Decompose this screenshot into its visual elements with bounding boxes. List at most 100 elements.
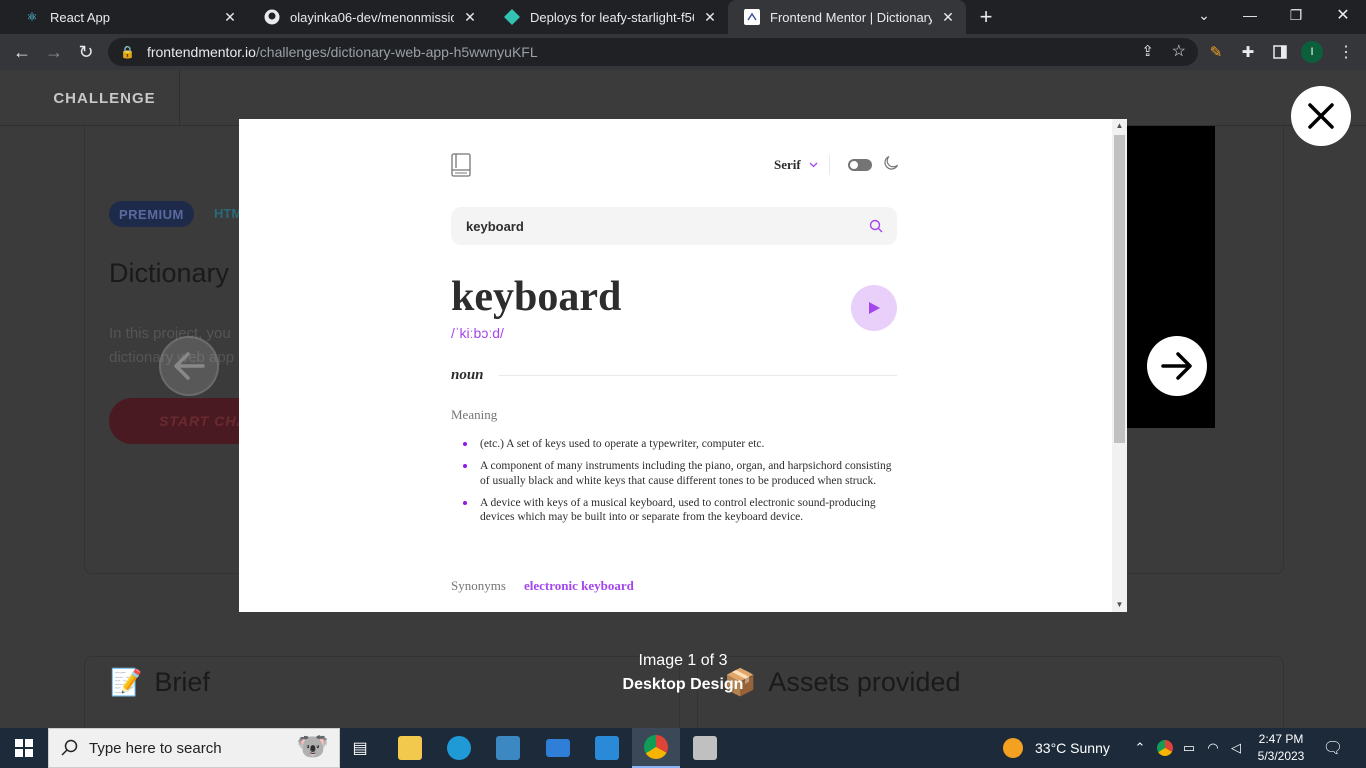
close-icon[interactable]: ✕: [702, 9, 718, 26]
github-icon: [264, 9, 280, 25]
weather-widget[interactable]: 33°C Sunny: [1003, 728, 1110, 768]
toggle-knob: [850, 161, 858, 169]
premium-badge: PREMIUM: [109, 201, 194, 227]
search-input[interactable]: keyboard: [451, 207, 897, 245]
side-panel-icon[interactable]: [1266, 38, 1294, 66]
clock-date: 5/3/2023: [1257, 749, 1305, 763]
browser-toolbar: ← → ↻ 🔒 frontendmentor.io/challenges/dic…: [0, 34, 1366, 70]
tab-netlify[interactable]: Deploys for leafy-starlight-f5648 ✕: [488, 0, 728, 34]
lock-icon: 🔒: [120, 45, 135, 59]
theme-toggle[interactable]: [848, 159, 872, 171]
profile-avatar[interactable]: I: [1298, 38, 1326, 66]
synonyms-label: Synonyms: [451, 578, 506, 593]
book-logo-icon: [451, 153, 471, 177]
menu-kebab-icon[interactable]: ⋮: [1332, 38, 1360, 66]
font-selector[interactable]: Serif: [774, 157, 818, 173]
frontendmentor-icon: [744, 9, 760, 25]
bullet: [463, 464, 467, 468]
next-image-button[interactable]: [1147, 336, 1207, 396]
modal-scrollbar[interactable]: ▲ ▼: [1112, 119, 1127, 612]
mail-icon[interactable]: [540, 728, 576, 768]
definition-item: A device with keys of a musical keyboard…: [463, 496, 903, 525]
search-icon: [61, 739, 78, 756]
scrollbar-thumb[interactable]: [1114, 135, 1125, 443]
play-audio-button[interactable]: [851, 285, 897, 331]
challenge-title: Dictionary: [109, 258, 230, 288]
minimize-icon[interactable]: —: [1227, 0, 1273, 30]
notifications-icon[interactable]: 🗨: [1318, 728, 1348, 768]
definition-item: (etc.) A set of keys used to operate a t…: [463, 437, 903, 452]
chrome-icon[interactable]: [632, 728, 680, 768]
forward-icon[interactable]: →: [40, 38, 68, 66]
definition-item: A component of many instruments includin…: [463, 459, 903, 488]
chrome-tray-icon[interactable]: [1155, 728, 1175, 768]
word-heading: keyboard: [451, 274, 622, 320]
task-view-icon[interactable]: ▤: [342, 728, 378, 768]
close-icon[interactable]: ✕: [222, 9, 238, 26]
arrow-right-icon: [1161, 352, 1192, 380]
image-caption: Desktop Design: [622, 676, 744, 693]
reload-icon[interactable]: ↻: [72, 38, 100, 66]
bullet: [463, 500, 467, 505]
lightbox-close-button[interactable]: [1291, 86, 1351, 146]
weather-text: 33°C Sunny: [1035, 740, 1110, 756]
search-icon[interactable]: [869, 219, 883, 233]
tab-github[interactable]: olayinka06-dev/menonmission ✕: [248, 0, 488, 34]
definition-text: A device with keys of a musical keyboard…: [480, 496, 876, 524]
meaning-label: Meaning: [451, 407, 498, 422]
url-path: /challenges/dictionary-web-app-h5wwnyuKF…: [255, 44, 538, 60]
taskbar-search-input[interactable]: Type here to search 🐨: [48, 728, 340, 768]
windows-taskbar: Type here to search 🐨 ▤ 33°C Sunny ⌃ ▭ ◠…: [0, 728, 1366, 768]
chevron-up-icon[interactable]: ⌃: [1130, 728, 1150, 768]
dictionary-app: Serif keyboard keyboard /ˈkiːbɔːd/ noun …: [451, 119, 899, 612]
edge-icon[interactable]: [441, 728, 477, 768]
lightbox-image: Serif keyboard keyboard /ˈkiːbɔːd/ noun …: [239, 119, 1127, 612]
address-bar[interactable]: 🔒 frontendmentor.io/challenges/dictionar…: [108, 38, 1198, 66]
taskbar-clock[interactable]: 2:47 PM 5/3/2023: [1256, 731, 1306, 765]
scroll-down-icon[interactable]: ▼: [1112, 598, 1127, 612]
wifi-icon[interactable]: ◠: [1203, 728, 1223, 768]
volume-icon[interactable]: ◁: [1226, 728, 1246, 768]
search-value: keyboard: [466, 218, 524, 234]
previous-image-button[interactable]: [159, 336, 219, 396]
sun-icon: [1003, 738, 1023, 758]
close-icon[interactable]: ✕: [940, 9, 956, 26]
back-icon[interactable]: ←: [8, 38, 36, 66]
arrow-left-icon: [174, 352, 205, 380]
tab-title: Frontend Mentor | Dictionary wel: [770, 9, 932, 25]
scroll-up-icon[interactable]: ▲: [1112, 119, 1127, 133]
bookmark-star-icon[interactable]: ☆: [1172, 41, 1186, 61]
header-divider: [829, 155, 830, 175]
chevron-down-icon: [809, 160, 818, 171]
tab-frontendmentor[interactable]: Frontend Mentor | Dictionary wel ✕: [728, 0, 966, 34]
battery-icon[interactable]: ▭: [1179, 728, 1199, 768]
maximize-icon[interactable]: ❐: [1273, 0, 1319, 30]
definition-text: A component of many instruments includin…: [480, 460, 892, 487]
share-icon[interactable]: ⇪: [1141, 42, 1154, 60]
tab-search-icon[interactable]: ⌄: [1181, 0, 1227, 30]
section-divider: [499, 375, 897, 376]
extension-pen-icon[interactable]: ✎: [1202, 38, 1230, 66]
browser-tab-bar: ⚛ React App ✕ olayinka06-dev/menonmissio…: [0, 0, 1366, 34]
extensions-puzzle-icon[interactable]: ✚: [1234, 38, 1262, 66]
store-icon[interactable]: [490, 728, 526, 768]
part-of-speech: noun: [451, 367, 484, 383]
synonym-link[interactable]: electronic keyboard: [524, 578, 634, 594]
tab-title: React App: [50, 9, 110, 25]
phonetic-text: /ˈkiːbɔːd/: [451, 325, 504, 341]
window-close-icon[interactable]: ✕: [1320, 0, 1366, 30]
tab-react-app[interactable]: ⚛ React App ✕: [8, 0, 248, 34]
netlify-icon: [504, 9, 520, 25]
file-explorer-icon[interactable]: [392, 728, 428, 768]
windows-start-icon[interactable]: [0, 728, 48, 768]
search-placeholder: Type here to search: [89, 739, 222, 757]
moon-icon: [884, 155, 899, 170]
tab-title: olayinka06-dev/menonmission: [290, 9, 454, 25]
close-icon[interactable]: ✕: [462, 9, 478, 26]
new-tab-icon[interactable]: +: [972, 3, 1000, 31]
definition-text: (etc.) A set of keys used to operate a t…: [480, 438, 765, 450]
definition-list: (etc.) A set of keys used to operate a t…: [463, 437, 903, 532]
challenge-tab[interactable]: CHALLENGE: [30, 70, 180, 126]
app-icon[interactable]: [687, 728, 723, 768]
vscode-icon[interactable]: [589, 728, 625, 768]
